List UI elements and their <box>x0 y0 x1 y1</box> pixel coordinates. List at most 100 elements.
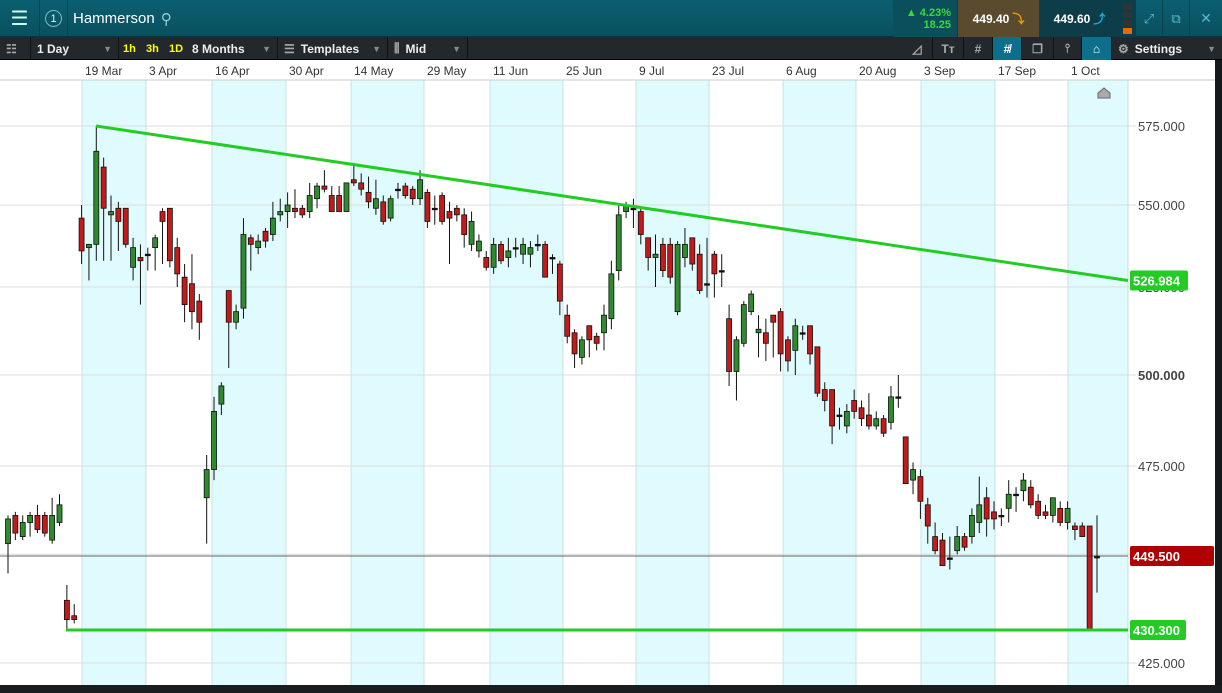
candle-body <box>910 469 916 481</box>
candle-body <box>873 418 880 427</box>
menu-icon[interactable]: ☰ <box>0 0 40 37</box>
candle-body <box>983 497 990 520</box>
candle-body <box>976 504 983 523</box>
draw-line-icon[interactable]: ◿ <box>902 37 933 60</box>
candle-body <box>924 504 931 527</box>
candle-body <box>659 243 666 272</box>
candle-body <box>865 414 872 427</box>
candle-body <box>453 207 460 216</box>
candle-body <box>711 253 718 275</box>
candle-type-icon[interactable]: ⫯ <box>1054 37 1082 60</box>
current-price-label-text: 449.500 <box>1133 549 1180 564</box>
candle-body <box>306 195 313 212</box>
candle-body <box>1005 493 1012 509</box>
bottom-scrollbar[interactable] <box>0 685 1222 693</box>
candle-body <box>240 234 247 309</box>
signal-strength-icon <box>1120 0 1136 37</box>
candle-body <box>468 220 475 245</box>
candle-body <box>424 191 431 222</box>
candle-body <box>247 237 254 245</box>
candle-body <box>895 396 902 399</box>
range-select[interactable]: 8 Months ▼ <box>186 37 278 60</box>
candle-body <box>777 311 784 355</box>
candle-body <box>284 204 291 212</box>
candle-body <box>137 257 144 262</box>
popout-icon[interactable]: ⧉ <box>1163 0 1190 37</box>
quick-1d[interactable]: 1D <box>165 37 187 60</box>
candle-body <box>395 188 401 192</box>
candle-body <box>86 243 92 249</box>
search-icon[interactable]: ⚲ <box>161 10 172 28</box>
candle-body <box>608 273 615 320</box>
candle-body <box>1079 525 1086 537</box>
candle-body <box>144 253 151 257</box>
chart-canvas[interactable]: 19 Mar 3 Apr 16 Apr 30 Apr 14 May 29 May 11 Ju… <box>0 60 1215 685</box>
sell-button[interactable]: 449.40 ⤵ <box>958 0 1040 37</box>
candle-body <box>225 290 232 323</box>
quick-1h[interactable]: 1h <box>119 37 140 60</box>
candle-body <box>770 314 777 323</box>
candle-body <box>682 243 688 258</box>
candle-body <box>159 211 166 222</box>
candle-body <box>63 599 70 620</box>
workspace-badge[interactable]: 1 <box>40 0 68 37</box>
buy-button[interactable]: 449.60 ⤴ <box>1040 0 1120 37</box>
candle-body <box>505 250 512 258</box>
instrument-title[interactable]: Hammerson ⚲ <box>68 0 172 37</box>
trendline-label-text: 526.984 <box>1133 273 1181 288</box>
candle-body <box>991 511 997 520</box>
candle-body <box>740 304 747 344</box>
templates-select[interactable]: ☰ Templates ▼ <box>278 37 388 60</box>
expand-icon[interactable]: ⤢ <box>1136 0 1163 37</box>
list-icon[interactable]: ☷ <box>0 37 31 60</box>
date-tick-label: 3 Sep <box>924 64 956 78</box>
date-tick-label: 9 Jul <box>639 64 664 78</box>
candle-body <box>203 469 210 499</box>
chevron-down-icon: ▼ <box>452 43 461 54</box>
candle-body <box>851 400 858 412</box>
candle-body <box>829 389 836 427</box>
close-icon[interactable]: ✕ <box>1190 0 1222 37</box>
candle-body <box>387 198 394 219</box>
date-tick-label: 3 Apr <box>149 64 177 78</box>
candle-body <box>417 179 423 200</box>
arrow-down-icon: ⤵ <box>1012 12 1025 26</box>
interval-select[interactable]: 1 Day ▼ <box>31 37 119 60</box>
quick-3h[interactable]: 3h <box>142 37 163 60</box>
date-band <box>82 80 146 685</box>
candle-body <box>586 325 593 341</box>
date-tick-label: 23 Jul <box>712 64 744 78</box>
price-type-select[interactable]: ⫼ Mid ▼ <box>388 37 468 60</box>
layers-icon[interactable]: ❐ <box>1022 37 1054 60</box>
candle-body <box>299 207 306 216</box>
text-icon[interactable]: Tт <box>933 37 964 60</box>
candle-body <box>534 243 541 247</box>
candle-body <box>1057 507 1064 523</box>
candle-body <box>233 311 240 323</box>
price-chart[interactable]: 19 Mar 3 Apr 16 Apr 30 Apr 14 May 29 May 11 Ju… <box>0 60 1215 685</box>
candle-body <box>189 283 195 313</box>
candle-body <box>843 410 850 427</box>
candle-body <box>762 332 769 344</box>
candle-body <box>314 185 320 200</box>
grid-icon[interactable]: # <box>964 37 993 60</box>
label-tag-icon[interactable]: ⌂ <box>1082 37 1112 60</box>
candle-body <box>292 207 298 212</box>
candle-body <box>130 247 136 268</box>
candle-body <box>785 339 791 362</box>
candle-body <box>858 407 865 420</box>
candle-body <box>836 414 843 417</box>
candle-body <box>652 253 659 258</box>
chevron-down-icon: ▼ <box>372 43 381 54</box>
date-tick-label: 1 Oct <box>1071 64 1100 78</box>
date-tick-label: 19 Mar <box>85 64 122 78</box>
date-tick-label: 14 May <box>354 64 393 78</box>
candle-body <box>917 476 924 502</box>
candle-body <box>41 515 48 534</box>
date-band <box>636 80 709 685</box>
settings-button[interactable]: ⚙ Settings ▼ <box>1112 37 1222 60</box>
candle-body <box>373 198 379 209</box>
crosshair-draw-icon[interactable]: #̸ <box>993 37 1022 60</box>
candle-body <box>961 536 968 548</box>
candle-body <box>946 557 953 560</box>
